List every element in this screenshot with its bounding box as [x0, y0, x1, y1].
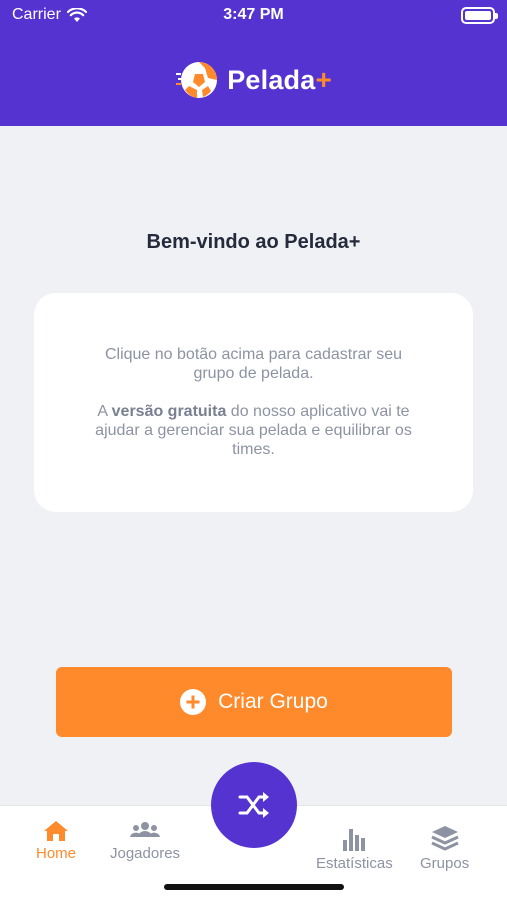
home-icon — [44, 821, 68, 841]
status-bar: Carrier 3:47 PM — [0, 0, 507, 32]
info-card: Clique no botão acima para cadastrar seu… — [34, 293, 473, 512]
battery-icon — [461, 7, 498, 24]
app-name-plus: + — [315, 64, 332, 95]
tab-estatisticas-label: Estatísticas — [316, 855, 393, 872]
tab-grupos[interactable]: Grupos — [420, 824, 469, 872]
tab-jogadores-label: Jogadores — [110, 845, 181, 862]
bar-chart-icon — [343, 829, 366, 851]
soccer-ball-logo-icon — [176, 62, 218, 98]
create-group-button[interactable]: Criar Grupo — [56, 667, 452, 737]
info-paragraph-2: A versão gratuita do nosso aplicativo va… — [95, 403, 412, 458]
app-logo: Pelada + — [0, 60, 507, 100]
create-group-label: Criar Grupo — [218, 690, 328, 713]
app-header: Carrier 3:47 PM Pelada + — [0, 0, 507, 126]
app-name: Pelada — [227, 64, 316, 95]
tab-estatisticas[interactable]: Estatísticas — [316, 826, 393, 872]
layers-icon — [430, 826, 459, 851]
users-icon — [130, 822, 161, 837]
shuffle-icon — [238, 792, 269, 818]
tab-grupos-label: Grupos — [420, 855, 470, 872]
shuffle-teams-button[interactable] — [211, 762, 297, 848]
status-time: 3:47 PM — [223, 6, 284, 23]
plus-circle-icon — [180, 689, 207, 715]
home-indicator — [164, 884, 344, 890]
tab-jogadores[interactable]: Jogadores — [110, 820, 180, 862]
tab-home-label: Home — [36, 845, 77, 862]
welcome-title: Bem-vindo ao Pelada+ — [146, 231, 361, 253]
free-version-highlight: versão gratuita — [111, 403, 227, 420]
tab-home[interactable]: Home — [36, 820, 76, 862]
info-paragraph-1: Clique no botão acima para cadastrar seu… — [104, 346, 403, 382]
